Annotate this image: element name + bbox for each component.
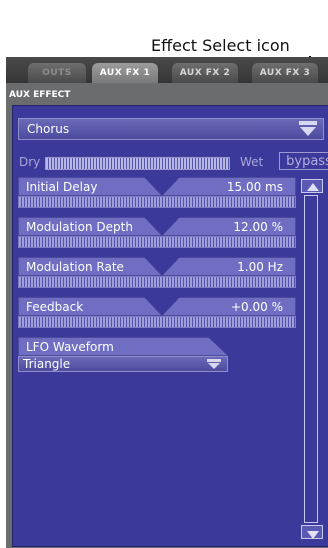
param-header: Feedback +0.00 % [18, 297, 296, 316]
param-slider[interactable] [18, 236, 296, 248]
scroll-down-button[interactable] [301, 525, 323, 539]
param-value[interactable]: 15.00 ms [227, 178, 283, 197]
param-value[interactable]: 12.00 % [233, 218, 283, 237]
lfo-label: LFO Waveform [26, 340, 114, 354]
param-notch [144, 217, 180, 236]
param-slider[interactable] [18, 196, 296, 208]
lfo-header-corner [208, 337, 228, 356]
param-header: Modulation Depth 12.00 % [18, 217, 296, 236]
chevron-down-icon[interactable] [299, 121, 317, 137]
param-notch [144, 257, 180, 276]
param-name: Feedback [26, 300, 84, 314]
tab-aux-fx-1[interactable]: AUX FX 1 [92, 63, 158, 83]
param-notch [144, 297, 180, 316]
bypass-button[interactable]: bypass [279, 152, 328, 170]
param-name: Modulation Rate [26, 260, 124, 274]
aux-effect-panel: OUTS AUX FX 1 AUX FX 2 AUX FX 3 AUX EFFE… [6, 57, 328, 548]
lfo-chevron-down-icon[interactable] [207, 359, 221, 370]
lfo-waveform-group: LFO Waveform Triangle [18, 337, 296, 443]
tab-aux-fx-2[interactable]: AUX FX 2 [172, 63, 238, 83]
dry-wet-slider[interactable] [45, 157, 230, 170]
scroll-down-icon [307, 531, 319, 539]
param-feedback: Feedback +0.00 % [18, 297, 296, 335]
dry-label: Dry [19, 155, 41, 169]
param-slider[interactable] [18, 316, 296, 328]
tab-aux-fx-3[interactable]: AUX FX 3 [252, 63, 318, 83]
param-header: Initial Delay 15.00 ms [18, 177, 296, 196]
wet-label: Wet [240, 155, 264, 169]
param-value[interactable]: +0.00 % [231, 298, 283, 317]
param-notch [144, 177, 180, 196]
annotation-label: Effect Select icon [151, 36, 290, 55]
effect-editor: Chorus Dry Wet bypass Initial Delay 15.0… [12, 105, 328, 547]
param-name: Initial Delay [26, 180, 98, 194]
effect-select-value: Chorus [27, 122, 70, 136]
param-header: Modulation Rate 1.00 Hz [18, 257, 296, 276]
param-slider[interactable] [18, 276, 296, 288]
parameter-list: Initial Delay 15.00 ms Modulation Depth … [18, 177, 308, 539]
lfo-header: LFO Waveform [18, 337, 228, 356]
param-initial-delay: Initial Delay 15.00 ms [18, 177, 296, 215]
param-modulation-depth: Modulation Depth 12.00 % [18, 217, 296, 255]
param-name: Modulation Depth [26, 220, 133, 234]
param-scrollbar[interactable] [301, 179, 323, 539]
scroll-track[interactable] [304, 195, 318, 523]
lfo-waveform-value: Triangle [23, 357, 71, 371]
param-modulation-rate: Modulation Rate 1.00 Hz [18, 257, 296, 295]
param-value[interactable]: 1.00 Hz [237, 258, 283, 277]
scroll-up-icon [307, 183, 319, 191]
lfo-waveform-select[interactable]: Triangle [18, 356, 228, 372]
section-label: AUX EFFECT [9, 90, 71, 100]
effect-select-dropdown[interactable]: Chorus [18, 118, 324, 140]
scroll-up-button[interactable] [301, 179, 323, 193]
dry-wet-row: Dry Wet bypass [19, 152, 328, 171]
tabs-bar: OUTS AUX FX 1 AUX FX 2 AUX FX 3 [6, 57, 328, 83]
tab-outs[interactable]: OUTS [28, 63, 86, 83]
